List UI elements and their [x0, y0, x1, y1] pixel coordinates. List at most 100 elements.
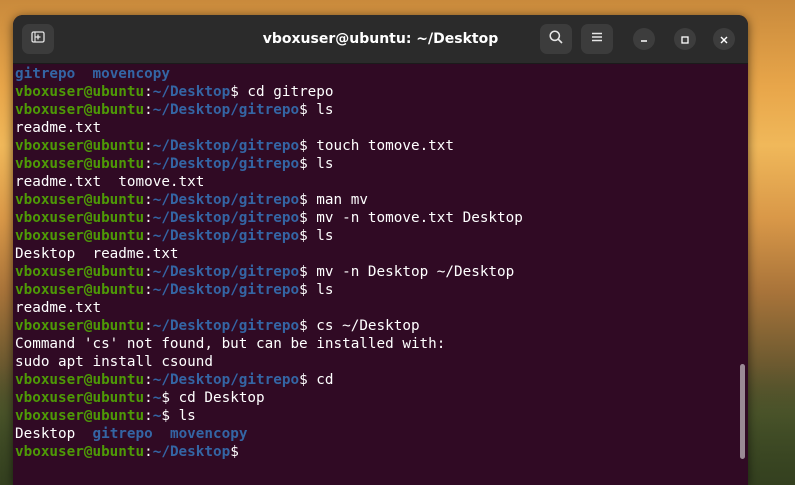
prompt-separator: : [144, 228, 153, 244]
prompt-separator: : [144, 210, 153, 226]
terminal-line: vboxuser@ubuntu:~$ ls [15, 407, 734, 425]
terminal-line: Command 'cs' not found, but can be insta… [15, 335, 734, 353]
output-text: readme.txt [15, 120, 102, 136]
terminal-line: vboxuser@ubuntu:~$ cd Desktop [15, 389, 734, 407]
terminal-line: vboxuser@ubuntu:~/Desktop/gitrepo$ ls [15, 155, 734, 173]
command-text: ls [178, 408, 196, 424]
close-icon [719, 30, 729, 49]
prompt-path: ~/Desktop/gitrepo [152, 210, 300, 226]
prompt-user-host: vboxuser@ubuntu [15, 408, 145, 424]
menu-button[interactable] [581, 24, 613, 54]
prompt-path: ~/Desktop/gitrepo [152, 102, 300, 118]
command-text: ls [316, 156, 334, 172]
prompt-separator: : [144, 138, 153, 154]
prompt-user-host: vboxuser@ubuntu [15, 138, 145, 154]
prompt-symbol: $ [161, 390, 179, 406]
file-entry [75, 66, 92, 82]
prompt-user-host: vboxuser@ubuntu [15, 264, 145, 280]
prompt-symbol: $ [299, 282, 317, 298]
prompt-user-host: vboxuser@ubuntu [15, 372, 145, 388]
directory-entry: movencopy [92, 66, 170, 82]
directory-entry: gitrepo [92, 426, 153, 442]
new-tab-button[interactable] [22, 24, 54, 54]
command-text: cd Desktop [178, 390, 265, 406]
terminal-line: vboxuser@ubuntu:~/Desktop/gitrepo$ cd [15, 371, 734, 389]
terminal-line: readme.txt [15, 119, 734, 137]
prompt-path: ~/Desktop [152, 84, 231, 100]
prompt-user-host: vboxuser@ubuntu [15, 228, 145, 244]
terminal-line: vboxuser@ubuntu:~/Desktop/gitrepo$ man m… [15, 191, 734, 209]
prompt-separator: : [144, 192, 153, 208]
terminal-line: vboxuser@ubuntu:~/Desktop$ cd gitrepo [15, 83, 734, 101]
minimize-icon [639, 30, 649, 49]
output-text: Command 'cs' not found, but can be insta… [15, 336, 446, 352]
prompt-symbol: $ [299, 318, 317, 334]
close-button[interactable] [713, 28, 735, 50]
file-entry [153, 426, 170, 442]
output-text: Desktop readme.txt [15, 246, 179, 262]
prompt-symbol: $ [299, 156, 317, 172]
terminal-line: readme.txt [15, 299, 734, 317]
terminal-line: gitrepo movencopy [15, 65, 734, 83]
output-text: readme.txt [15, 300, 102, 316]
prompt-symbol: $ [230, 444, 239, 460]
output-text: readme.txt tomove.txt [15, 174, 205, 190]
prompt-separator: : [144, 84, 153, 100]
maximize-button[interactable] [674, 28, 696, 50]
prompt-symbol: $ [299, 102, 317, 118]
maximize-icon [680, 30, 690, 49]
command-text: ls [316, 282, 334, 298]
command-text: touch tomove.txt [316, 138, 455, 154]
command-text: mv -n tomove.txt Desktop [316, 210, 523, 226]
prompt-separator: : [144, 372, 153, 388]
prompt-symbol: $ [230, 84, 248, 100]
command-text: ls [316, 228, 334, 244]
search-icon [548, 29, 564, 49]
prompt-user-host: vboxuser@ubuntu [15, 192, 145, 208]
file-entry: Desktop [15, 426, 76, 442]
search-button[interactable] [540, 24, 572, 54]
output-text: sudo apt install csound [15, 354, 213, 370]
prompt-user-host: vboxuser@ubuntu [15, 102, 145, 118]
prompt-symbol: $ [299, 138, 317, 154]
terminal-lines: gitrepo movencopy vboxuser@ubuntu:~/Deskt… [15, 65, 734, 461]
terminal-line: Desktop readme.txt [15, 245, 734, 263]
terminal-output-area[interactable]: gitrepo movencopy vboxuser@ubuntu:~/Deskt… [13, 64, 748, 485]
scrollbar-thumb[interactable] [740, 364, 745, 459]
prompt-separator: : [144, 444, 153, 460]
command-text: man mv [316, 192, 368, 208]
command-text: mv -n Desktop ~/Desktop [316, 264, 515, 280]
prompt-user-host: vboxuser@ubuntu [15, 84, 145, 100]
terminal-line: vboxuser@ubuntu:~/Desktop/gitrepo$ ls [15, 101, 734, 119]
prompt-path: ~/Desktop/gitrepo [152, 156, 300, 172]
prompt-separator: : [144, 264, 153, 280]
prompt-user-host: vboxuser@ubuntu [15, 282, 145, 298]
minimize-button[interactable] [633, 28, 655, 50]
terminal-line: vboxuser@ubuntu:~/Desktop/gitrepo$ mv -n… [15, 209, 734, 227]
terminal-line: vboxuser@ubuntu:~/Desktop$ [15, 443, 734, 461]
command-text: cd [316, 372, 334, 388]
prompt-path: ~/Desktop/gitrepo [152, 192, 300, 208]
directory-entry: movencopy [169, 426, 248, 442]
prompt-user-host: vboxuser@ubuntu [15, 318, 145, 334]
prompt-path: ~/Desktop/gitrepo [152, 318, 300, 334]
prompt-user-host: vboxuser@ubuntu [15, 156, 145, 172]
prompt-symbol: $ [161, 408, 179, 424]
prompt-user-host: vboxuser@ubuntu [15, 390, 145, 406]
terminal-line: vboxuser@ubuntu:~/Desktop/gitrepo$ ls [15, 281, 734, 299]
terminal-line: vboxuser@ubuntu:~/Desktop/gitrepo$ mv -n… [15, 263, 734, 281]
prompt-separator: : [144, 156, 153, 172]
prompt-path: ~/Desktop/gitrepo [152, 372, 300, 388]
directory-entry: gitrepo [15, 66, 76, 82]
prompt-path: ~/Desktop/gitrepo [152, 228, 300, 244]
terminal-line: vboxuser@ubuntu:~/Desktop/gitrepo$ ls [15, 227, 734, 245]
prompt-symbol: $ [299, 228, 317, 244]
prompt-symbol: $ [299, 264, 317, 280]
prompt-separator: : [144, 102, 153, 118]
prompt-user-host: vboxuser@ubuntu [15, 444, 145, 460]
prompt-symbol: $ [299, 210, 317, 226]
command-text: cd gitrepo [247, 84, 334, 100]
prompt-user-host: vboxuser@ubuntu [15, 210, 145, 226]
terminal-line: vboxuser@ubuntu:~/Desktop/gitrepo$ touch… [15, 137, 734, 155]
prompt-symbol: $ [299, 192, 317, 208]
